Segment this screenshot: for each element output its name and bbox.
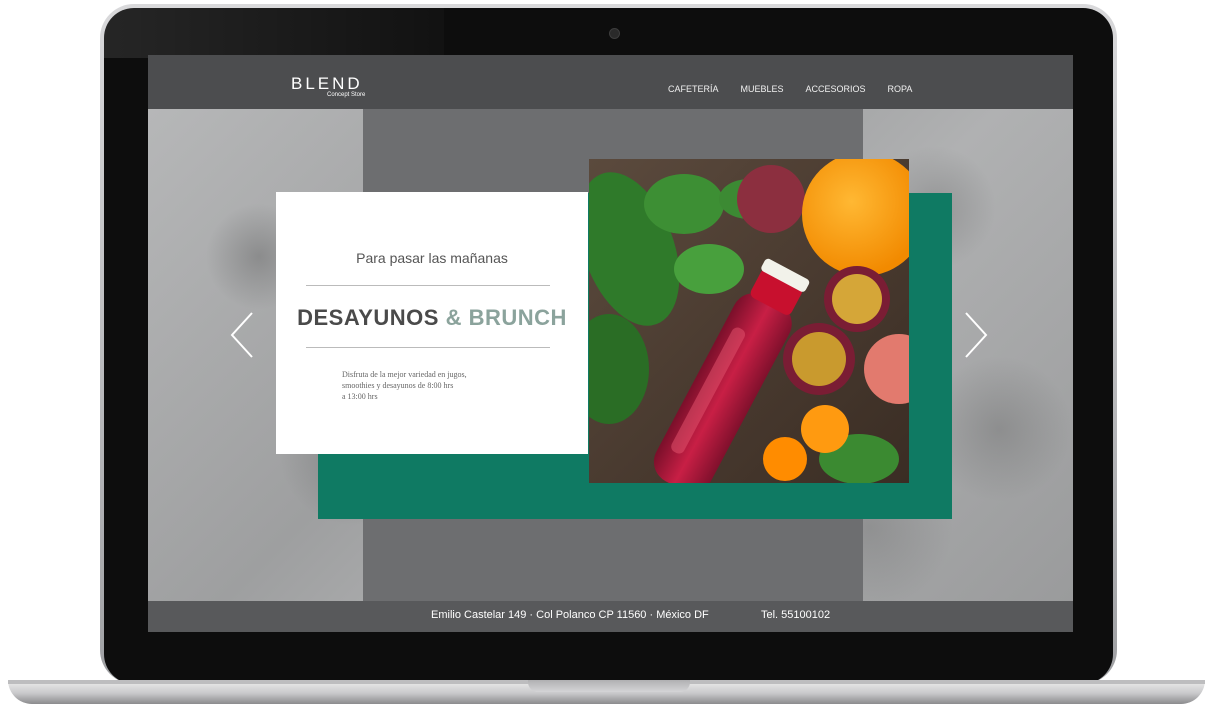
nav-item-muebles[interactable]: MUEBLES bbox=[741, 84, 784, 94]
nav-item-ropa[interactable]: ROPA bbox=[888, 84, 913, 94]
screen-glare bbox=[104, 8, 444, 58]
heading-amp: & bbox=[445, 305, 462, 330]
heading-end: BRUNCH bbox=[468, 305, 567, 330]
chevron-left-icon[interactable] bbox=[228, 310, 258, 360]
camera-icon bbox=[609, 28, 620, 39]
hero-subtitle: Para pasar las mañanas bbox=[356, 250, 508, 266]
divider-top bbox=[306, 285, 550, 286]
footer-phone[interactable]: Tel. 55100102 bbox=[761, 609, 830, 621]
brand-tagline: Concept Store bbox=[327, 92, 366, 98]
main-menu: CAFETERÍA MUEBLES ACCESORIOS ROPA bbox=[668, 84, 912, 94]
hero-card: Para pasar las mañanas DESAYUNOS & BRUNC… bbox=[276, 192, 588, 454]
description-line: a 13:00 hrs bbox=[342, 392, 378, 401]
top-navigation: BLEND Concept Store CAFETERÍA MUEBLES AC… bbox=[148, 55, 1073, 109]
brand-name: BLEND bbox=[291, 74, 363, 93]
hero-photo bbox=[589, 159, 909, 483]
site-footer: Emilio Castelar 149 · Col Polanco CP 115… bbox=[148, 601, 1073, 632]
nav-item-cafeteria[interactable]: CAFETERÍA bbox=[668, 84, 719, 94]
hero-heading: DESAYUNOS & BRUNCH bbox=[276, 305, 588, 331]
nav-item-accesorios[interactable]: ACCESORIOS bbox=[806, 84, 866, 94]
hero-description: Disfruta de la mejor variedad en jugos, … bbox=[342, 369, 542, 402]
heading-main: DESAYUNOS bbox=[297, 305, 439, 330]
brand-logo[interactable]: BLEND Concept Store bbox=[291, 74, 371, 104]
description-line: Disfruta de la mejor variedad en jugos, bbox=[342, 370, 467, 379]
chevron-right-icon[interactable] bbox=[960, 310, 990, 360]
footer-address: Emilio Castelar 149 · Col Polanco CP 115… bbox=[431, 609, 709, 621]
laptop-notch bbox=[528, 680, 690, 692]
divider-bottom bbox=[306, 347, 550, 348]
description-line: smoothies y desayunos de 8:00 hrs bbox=[342, 381, 454, 390]
website-screen: BLEND Concept Store CAFETERÍA MUEBLES AC… bbox=[148, 55, 1073, 632]
